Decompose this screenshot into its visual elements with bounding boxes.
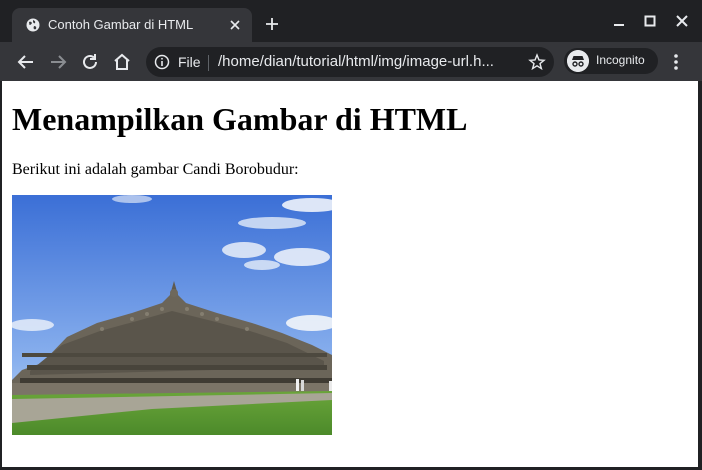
minimize-icon[interactable] xyxy=(608,10,630,32)
incognito-badge[interactable]: Incognito xyxy=(564,48,658,74)
plus-icon[interactable] xyxy=(262,14,282,34)
close-icon[interactable] xyxy=(226,16,244,34)
toolbar: File /home/dian/tutorial/html/img/image-… xyxy=(0,42,702,81)
page-paragraph: Berikut ini adalah gambar Candi Borobudu… xyxy=(12,161,299,178)
globe-icon xyxy=(26,18,40,32)
borobudur-photo xyxy=(12,195,332,435)
omnibox-separator xyxy=(208,55,209,71)
browser-window: Contoh Gambar di HTML File /home/dian/tu… xyxy=(0,0,702,470)
tab-strip: Contoh Gambar di HTML xyxy=(0,0,702,42)
star-icon[interactable] xyxy=(528,53,546,71)
arrow-left-icon[interactable] xyxy=(14,50,38,74)
page-title: Menampilkan Gambar di HTML xyxy=(12,101,468,137)
incognito-icon xyxy=(567,50,589,72)
reload-icon[interactable] xyxy=(78,50,102,74)
info-icon[interactable] xyxy=(154,54,170,70)
tab-title: Contoh Gambar di HTML xyxy=(48,17,194,32)
scheme-label: File xyxy=(178,54,201,70)
profile-label: Incognito xyxy=(596,53,645,67)
tab-active[interactable]: Contoh Gambar di HTML xyxy=(12,8,252,42)
address-bar[interactable]: File /home/dian/tutorial/html/img/image-… xyxy=(146,47,554,77)
window-close-icon[interactable] xyxy=(671,10,693,32)
maximize-icon[interactable] xyxy=(639,10,661,32)
kebab-menu-icon[interactable] xyxy=(666,51,686,73)
home-icon[interactable] xyxy=(110,50,134,74)
arrow-right-icon[interactable] xyxy=(46,50,70,74)
page-content: Menampilkan Gambar di HTML Berikut ini a… xyxy=(2,81,698,467)
url-text[interactable]: /home/dian/tutorial/html/img/image-url.h… xyxy=(218,53,494,70)
